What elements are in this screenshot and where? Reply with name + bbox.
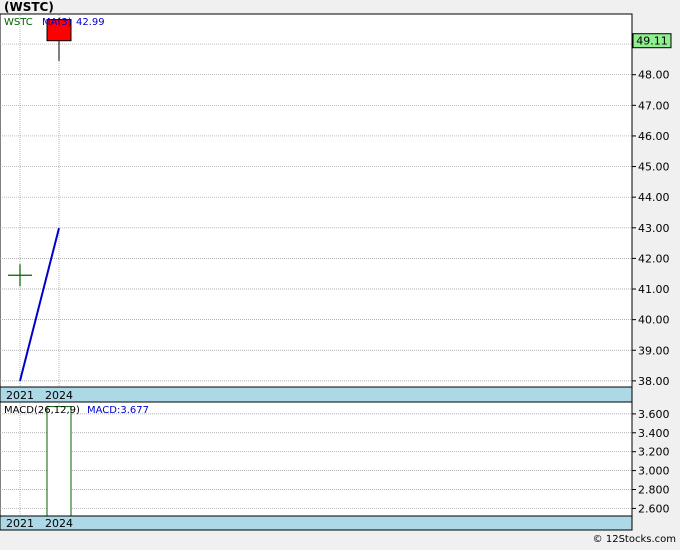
macd-bar xyxy=(46,406,72,517)
macd-x-axis-band xyxy=(0,515,633,531)
x-tick-label: 2021 xyxy=(6,389,34,402)
y-tick-label: 3.600 xyxy=(638,408,670,421)
chart-stage: (WSTC) 38.00 39.00 40.00 41.00 42.00 43.00 44.… xyxy=(0,0,680,546)
x-tick-label: 2021 xyxy=(6,517,34,530)
y-tick-label: 2.600 xyxy=(638,502,670,515)
y-tick-label: 47.00 xyxy=(638,99,670,112)
y-tick-label: 48.00 xyxy=(638,69,670,82)
price-x-axis-band xyxy=(0,386,633,403)
y-tick-label: 3.000 xyxy=(638,465,670,478)
y-tick-label: 41.00 xyxy=(638,283,670,296)
y-tick-label: 40.00 xyxy=(638,314,670,327)
y-tick-label: 43.00 xyxy=(638,222,670,235)
ma-legend-value: 42.99 xyxy=(76,17,105,28)
ma-legend-label: MA(3) xyxy=(42,17,72,28)
watermark: © 12Stocks.com xyxy=(593,534,676,545)
y-tick-label: 3.200 xyxy=(638,446,670,459)
last-price-label: 49.11 xyxy=(636,35,668,48)
y-tick-label: 2.800 xyxy=(638,484,670,497)
stock-chart: (WSTC) 38.00 39.00 40.00 41.00 42.00 43.00 44.… xyxy=(0,0,680,546)
y-tick-label: 44.00 xyxy=(638,191,670,204)
y-tick-label: 39.00 xyxy=(638,344,670,357)
y-tick-label: 38.00 xyxy=(638,375,670,388)
price-panel xyxy=(0,13,633,403)
macd-panel xyxy=(0,401,633,531)
macd-legend-label: MACD(26,12,9) xyxy=(4,405,80,416)
macd-marks xyxy=(46,406,72,517)
y-tick-label: 45.00 xyxy=(638,161,670,174)
y-tick-label: 46.00 xyxy=(638,130,670,143)
x-tick-label: 2024 xyxy=(45,517,73,530)
y-tick-label: 3.400 xyxy=(638,427,670,440)
macd-legend-value: MACD:3.677 xyxy=(87,405,149,416)
ticker-legend: WSTC xyxy=(4,17,33,28)
x-tick-label: 2024 xyxy=(45,389,73,402)
chart-title: (WSTC) xyxy=(4,0,54,14)
y-tick-label: 42.00 xyxy=(638,252,670,265)
